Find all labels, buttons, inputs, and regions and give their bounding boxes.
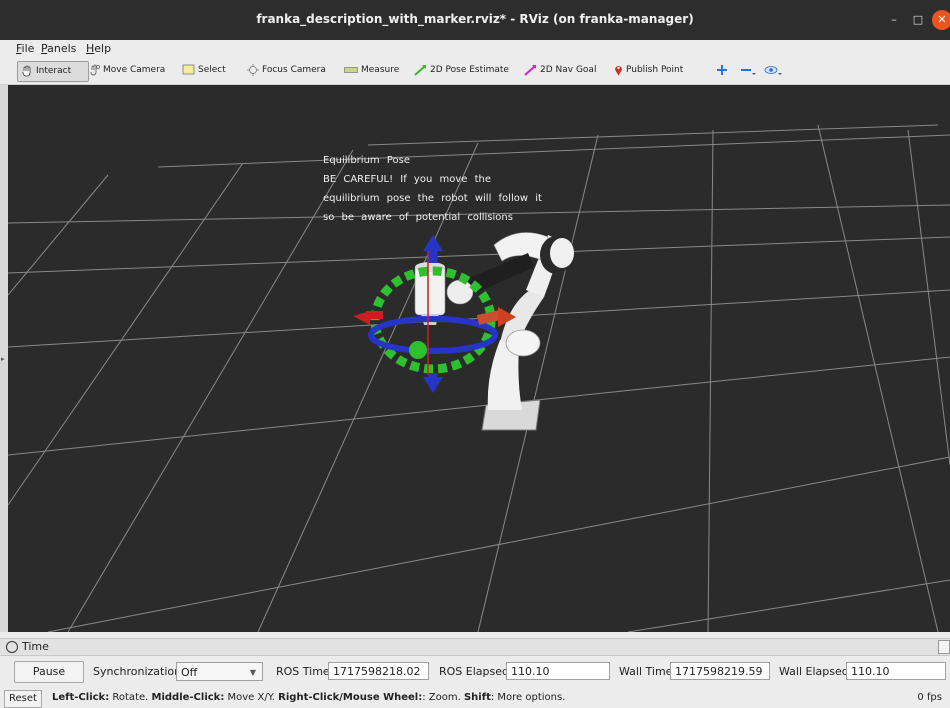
marker-text-line: so be aware of potential collisions [323,212,513,223]
ros-time-label: ROS Time: [276,665,334,678]
hint-right-text: : Zoom. [422,692,464,703]
wall-time-field[interactable]: 1717598219.59 [670,662,770,680]
minus-icon [741,68,756,75]
sync-label: Synchronization: [93,665,185,678]
publish-point-label: Publish Point [626,65,684,75]
marker-text-line: equilibrium pose the robot will follow i… [323,193,542,204]
sync-select-value: Off [181,666,198,679]
eye-icon [764,65,782,75]
publish-point-tool-button[interactable]: Publish Point [614,61,683,80]
wall-time-label: Wall Time: [619,665,677,678]
tool-properties-button[interactable] [764,61,782,80]
marker-text-line: Equilibrium Pose [323,155,410,166]
ros-elapsed-field[interactable]: 110.10 [506,662,610,680]
panel-float-button[interactable] [938,640,950,654]
interact-label: Interact [36,66,72,76]
mouse-hint-text: Left-Click: Rotate. Middle-Click: Move X… [52,692,565,703]
menu-panels[interactable]: Panels [41,42,76,55]
menu-help[interactable]: Help [86,42,111,55]
green-arrow-icon [414,64,426,76]
hand-icon [22,65,31,76]
chevron-down-icon: ▼ [249,668,256,677]
focus-crosshair-icon [247,63,259,76]
left-panel-splitter[interactable]: ▸ [0,85,8,632]
pose-estimate-label: 2D Pose Estimate [430,65,509,75]
expand-arrow-icon: ▸ [1,355,5,363]
time-panel-title: Time [22,640,49,653]
focus-camera-tool-button[interactable]: Focus Camera [247,61,326,80]
clock-icon [6,641,18,653]
tools-toolbar: Interact Move Camera Select Focus Camera… [0,57,950,85]
hint-right-key: Right-Click/Mouse Wheel: [278,692,423,703]
wall-elapsed-label: Wall Elapsed: [779,665,853,678]
hint-left-text: Rotate. [109,692,152,703]
select-tool-button[interactable]: Select [182,61,226,80]
maximize-button[interactable]: □ [910,12,926,28]
fps-readout: 0 fps [917,692,942,703]
focus-camera-label: Focus Camera [262,65,326,75]
3d-viewport[interactable]: Equilibrium Pose BE CAREFUL! If you move… [8,85,950,632]
wall-elapsed-field[interactable]: 110.10 [846,662,946,680]
reset-button[interactable]: Reset [4,690,42,708]
menu-bar: File Panels Help [0,40,950,57]
hint-middle-text: Move X/Y. [224,692,279,703]
pause-button[interactable]: Pause [14,661,84,683]
sync-select[interactable]: Off ▼ [176,662,263,681]
remove-tool-button[interactable] [740,61,756,80]
interact-tool-button[interactable]: Interact [17,61,89,82]
hint-middle-key: Middle-Click: [151,692,225,703]
nav-goal-label: 2D Nav Goal [540,65,597,75]
hint-shift-text: : More options. [490,692,566,703]
plus-icon [717,64,727,75]
ros-time-field[interactable]: 1717598218.02 [328,662,429,680]
move-camera-label: Move Camera [103,65,166,75]
hint-left-key: Left-Click: [52,692,110,703]
measure-label: Measure [361,65,400,75]
magenta-arrow-icon [524,64,536,76]
ruler-icon [344,66,358,73]
time-controls: Pause Synchronization: Off ▼ ROS Time: 1… [0,660,950,684]
minimize-button[interactable]: – [886,12,902,28]
hint-shift-key: Shift [463,692,491,703]
ros-elapsed-label: ROS Elapsed: [439,665,513,678]
marker-description-text: Equilibrium Pose BE CAREFUL! If you move… [323,151,542,227]
select-box-icon [182,64,195,75]
status-bar: Reset Left-Click: Rotate. Middle-Click: … [0,689,950,708]
select-label: Select [198,65,226,75]
close-button[interactable]: ✕ [932,10,950,30]
window-title: franka_description_with_marker.rviz* - R… [256,12,694,26]
menu-file[interactable]: File [16,42,34,55]
map-pin-icon [615,65,622,75]
time-panel-header: Time [0,638,950,656]
move-camera-icon [90,64,100,75]
pose-estimate-tool-button[interactable]: 2D Pose Estimate [414,61,509,80]
measure-tool-button[interactable]: Measure [344,61,399,80]
marker-text-line: BE CAREFUL! If you move the [323,174,491,185]
nav-goal-tool-button[interactable]: 2D Nav Goal [524,61,596,80]
add-tool-button[interactable] [716,61,728,80]
move-camera-tool-button[interactable]: Move Camera [89,61,165,80]
window-titlebar: franka_description_with_marker.rviz* - R… [0,0,950,40]
